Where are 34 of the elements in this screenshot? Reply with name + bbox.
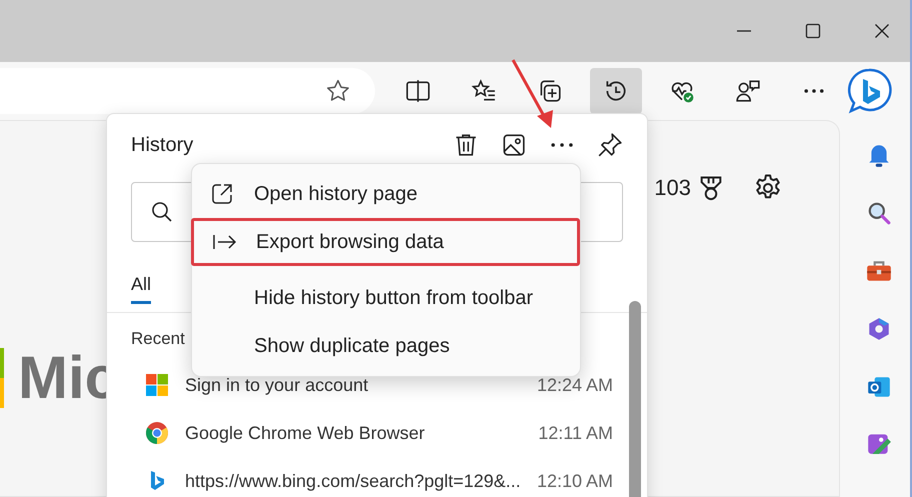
menu-item[interactable]: Export browsing data bbox=[191, 218, 580, 266]
split-screen-icon bbox=[405, 78, 431, 104]
person-chat-icon bbox=[735, 78, 761, 104]
image-icon[interactable] bbox=[501, 132, 527, 158]
star-icon[interactable] bbox=[325, 78, 351, 104]
menu-item[interactable]: Open history page bbox=[192, 170, 580, 218]
pin-icon[interactable] bbox=[597, 132, 623, 158]
bing-chat-icon[interactable] bbox=[845, 67, 893, 115]
history-entry[interactable]: https://www.bing.com/search?pglt=129&... bbox=[185, 470, 521, 492]
designer-icon[interactable] bbox=[866, 432, 892, 454]
tab[interactable]: All bbox=[131, 274, 152, 304]
external-link-icon bbox=[210, 182, 234, 206]
panel-title: History bbox=[131, 134, 194, 156]
four-squares-icon bbox=[145, 373, 169, 397]
arrow-to-right-icon bbox=[212, 232, 238, 252]
maximize-icon[interactable] bbox=[805, 23, 821, 39]
scrollbar-thumb[interactable] bbox=[629, 301, 641, 497]
menu-item[interactable]: Hide history button from toolbar bbox=[192, 274, 580, 322]
close-icon[interactable] bbox=[874, 23, 890, 39]
visit-time: 12:10 AM bbox=[536, 470, 613, 492]
chrome-icon bbox=[145, 421, 169, 445]
menu-item[interactable]: Show duplicate pages bbox=[192, 322, 580, 370]
search-icon[interactable] bbox=[866, 200, 892, 226]
logo-mark bbox=[0, 348, 4, 408]
search-icon bbox=[150, 200, 174, 224]
visit-time: 12:24 AM bbox=[536, 374, 613, 396]
more-icon[interactable] bbox=[551, 143, 573, 147]
history-entry[interactable]: Sign in to your account bbox=[185, 374, 521, 396]
history-entry[interactable]: Google Chrome Web Browser bbox=[185, 422, 522, 444]
section-heading: Recent bbox=[131, 329, 185, 349]
visit-time: 12:11 AM bbox=[538, 422, 613, 444]
points-count: 103 bbox=[654, 175, 691, 201]
more-icon bbox=[804, 89, 824, 93]
history-button[interactable] bbox=[590, 68, 642, 114]
